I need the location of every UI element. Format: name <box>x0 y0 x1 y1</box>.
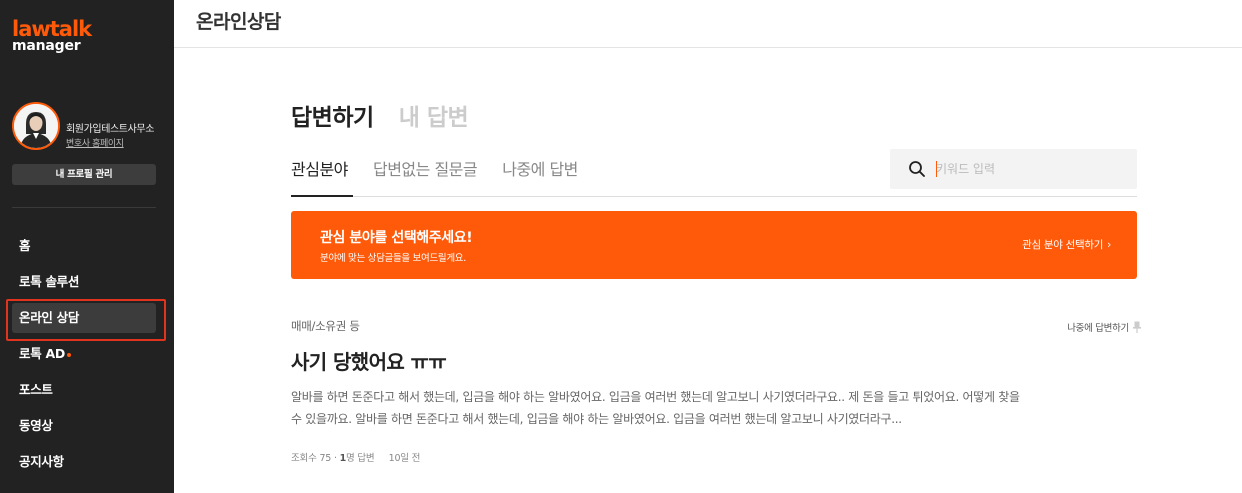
meta-gap <box>377 453 385 464</box>
sidebar-nav: 홈 로톡 솔루션 온라인 상담 로톡 AD 포스트 동영상 공지사항 <box>0 228 174 480</box>
subtab-unanswered[interactable]: 답변없는 질문글 <box>373 156 478 180</box>
tab-my-answers[interactable]: 내 답변 <box>399 98 469 132</box>
sidebar-item-home[interactable]: 홈 <box>0 228 174 264</box>
search-box <box>890 149 1137 189</box>
sidebar-item-label: 공지사항 <box>19 454 64 469</box>
active-subtab-underline <box>291 195 353 197</box>
sub-tabs: 관심분야 답변없는 질문글 나중에 답변 <box>291 156 598 180</box>
sidebar: lawtalk manager 회원가입테스트사무소 변호사 홈페이지 내 프로… <box>0 0 174 493</box>
subtab-answer-later[interactable]: 나중에 답변 <box>502 156 578 180</box>
avatar[interactable] <box>12 102 60 150</box>
tab-answer[interactable]: 답변하기 <box>291 98 374 132</box>
sidebar-item-label: 포스트 <box>19 382 53 397</box>
sidebar-item-lawtalk-ad[interactable]: 로톡 AD <box>0 336 174 372</box>
banner-title: 관심 분야를 선택해주세요! <box>320 230 473 246</box>
sidebar-divider <box>12 207 156 208</box>
sidebar-item-notice[interactable]: 공지사항 <box>0 444 174 480</box>
page-header: 온라인상담 <box>174 0 1242 48</box>
sidebar-item-label: 로톡 솔루션 <box>19 274 80 289</box>
logo-subtitle: manager <box>12 38 81 54</box>
new-dot-icon <box>66 353 71 357</box>
posted-time: 10일 전 <box>388 453 421 464</box>
sidebar-item-post[interactable]: 포스트 <box>0 372 174 408</box>
pin-icon[interactable] <box>1133 321 1141 333</box>
select-interests-link[interactable]: 관심 분야 선택하기 › <box>1022 237 1111 252</box>
answer-later-button[interactable]: 나중에 답변하기 <box>1067 320 1129 334</box>
lawtalk-manager-logo[interactable]: lawtalk manager <box>12 17 92 54</box>
lawyer-homepage-link[interactable]: 변호사 홈페이지 <box>66 136 124 149</box>
profile-name: 회원가입테스트사무소 <box>66 124 155 135</box>
question-body: 알바를 하면 돈준다고 해서 했는데, 입금을 해야 하는 알바였어요. 입금을… <box>291 390 1020 426</box>
sidebar-item-label: 홈 <box>19 238 31 253</box>
search-input[interactable] <box>936 158 1126 180</box>
sidebar-item-lawtalk-solution[interactable]: 로톡 솔루션 <box>0 264 174 300</box>
chevron-right-icon: › <box>1107 239 1111 251</box>
select-interests-banner[interactable]: 관심 분야를 선택해주세요! 분야에 맞는 상담글들을 보여드릴게요. 관심 분… <box>291 211 1137 279</box>
profile-block: 회원가입테스트사무소 변호사 홈페이지 <box>12 102 162 150</box>
logo-wordmark: lawtalk <box>12 17 92 41</box>
tabs-divider <box>291 196 1137 197</box>
page-title: 온라인상담 <box>196 11 281 33</box>
banner-link-label: 관심 분야 선택하기 <box>1022 239 1104 251</box>
sidebar-item-label: 동영상 <box>19 418 53 433</box>
sidebar-item-video[interactable]: 동영상 <box>0 408 174 444</box>
sidebar-item-label: 로톡 AD <box>19 346 65 361</box>
question-title[interactable]: 사기 당했어요 ㅠㅠ <box>291 346 447 375</box>
answer-count-label: 명 답변 <box>346 453 375 464</box>
question-category: 매매/소유권 등 <box>291 319 360 333</box>
view-count: 조회수 75 <box>291 453 332 464</box>
avatar-photo <box>14 104 58 148</box>
sidebar-item-label: 온라인 상담 <box>19 310 80 325</box>
question-meta: 조회수 75 · 1명 답변 10일 전 <box>291 450 420 464</box>
sidebar-item-online-consult[interactable]: 온라인 상담 <box>0 299 174 341</box>
search-icon[interactable] <box>908 160 926 178</box>
banner-subtitle: 분야에 맞는 상담글들을 보여드릴게요. <box>320 253 466 264</box>
main-tabs: 답변하기 내 답변 <box>291 98 488 132</box>
app-root: lawtalk manager 회원가입테스트사무소 변호사 홈페이지 내 프로… <box>0 0 1242 493</box>
subtab-interests[interactable]: 관심분야 <box>291 156 348 180</box>
manage-profile-button[interactable]: 내 프로필 관리 <box>12 164 156 185</box>
